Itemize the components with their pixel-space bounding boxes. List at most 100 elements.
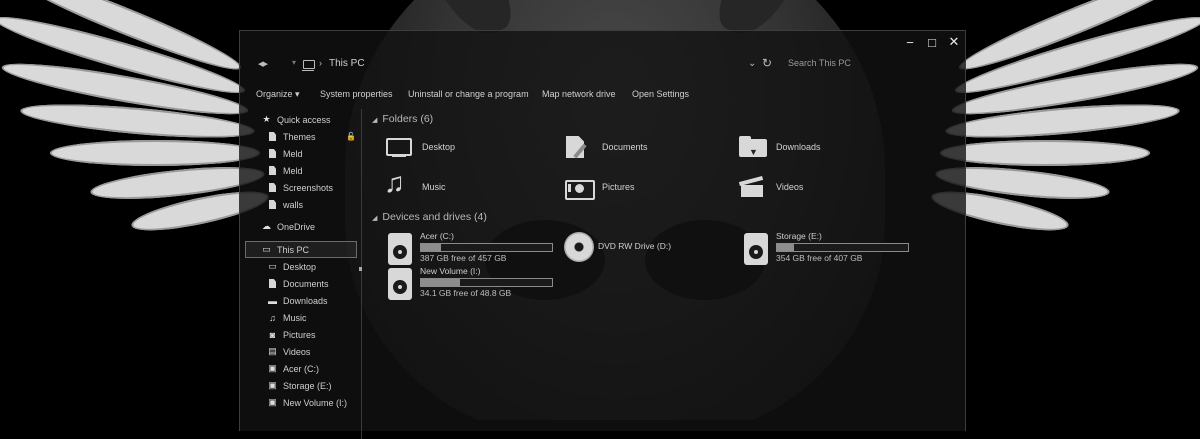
nav-label: This PC <box>277 244 310 255</box>
scrollbar-thumb[interactable] <box>359 267 362 271</box>
drive-icon: ▣ <box>268 363 277 373</box>
nav-label: Storage (E:) <box>283 380 332 391</box>
drive-dvd-d[interactable]: DVD RW Drive (D:) <box>564 231 714 271</box>
documents-icon <box>564 133 594 161</box>
folder-label: Videos <box>776 182 804 192</box>
folder-icon <box>268 200 277 210</box>
nav-item-meld-2[interactable]: Meld <box>268 163 303 178</box>
nav-label: Documents <box>283 278 329 289</box>
documents-icon <box>268 279 277 289</box>
file-explorer-window: − □ ✕ ◂▸ ▾ › This PC ⌄ ↻ Search This PC … <box>239 30 966 439</box>
drive-icon: ▣ <box>268 380 277 390</box>
nav-item-downloads[interactable]: ▬ Downloads <box>268 293 328 308</box>
recent-locations-icon[interactable]: ▾ <box>292 58 296 67</box>
nav-item-music[interactable]: ♫ Music <box>268 310 307 325</box>
nav-quick-access[interactable]: ★ Quick access <box>262 112 330 127</box>
command-bar: Organize ▾ System properties Uninstall o… <box>240 87 965 103</box>
devices-group-header[interactable]: ◢ Devices and drives (4) <box>372 211 487 223</box>
nav-item-documents[interactable]: Documents <box>268 276 329 291</box>
nav-item-new-volume-i[interactable]: ▣ New Volume (I:) <box>268 395 347 410</box>
star-icon: ★ <box>262 114 271 124</box>
folder-music[interactable]: ♫ Music <box>384 167 446 203</box>
nav-label: Meld <box>283 165 303 176</box>
clapperboard-icon <box>738 173 768 201</box>
feather <box>50 140 260 166</box>
back-forward-arrows-icon[interactable]: ◂▸ <box>258 57 268 70</box>
folder-desktop[interactable]: Desktop <box>384 131 455 163</box>
content-pane: ◢ Folders (6) Desktop Documents ▼ Downloa… <box>370 109 960 429</box>
open-settings-button[interactable]: Open Settings <box>632 89 689 99</box>
group-title: Devices and drives (4) <box>382 211 487 223</box>
caption-buttons: − □ ✕ <box>899 31 965 53</box>
nav-onedrive[interactable]: ☁ OneDrive <box>262 219 315 234</box>
this-pc-icon <box>302 60 315 71</box>
folder-label: Downloads <box>776 142 821 152</box>
computer-icon: ▭ <box>262 244 271 254</box>
drive-name: Acer (C:) <box>420 231 454 241</box>
nav-item-acer-c[interactable]: ▣ Acer (C:) <box>268 361 319 376</box>
address-bar: ◂▸ ▾ › This PC ⌄ ↻ Search This PC <box>240 53 965 79</box>
nav-label: Music <box>283 312 307 323</box>
breadcrumb[interactable]: This PC <box>329 58 365 69</box>
drive-name: DVD RW Drive (D:) <box>598 241 672 251</box>
feather <box>940 140 1150 166</box>
desktop-icon: ▭ <box>268 261 277 271</box>
drive-storage-e[interactable]: Storage (E:) 354 GB free of 407 GB <box>744 231 914 271</box>
downloads-icon: ▬ <box>268 295 277 306</box>
nav-label: Screenshots <box>283 182 334 193</box>
nav-item-walls[interactable]: walls <box>268 197 303 212</box>
maximize-button[interactable]: □ <box>921 31 943 53</box>
nav-item-desktop[interactable]: ▭ Desktop <box>268 259 316 274</box>
folder-label: Pictures <box>602 182 635 192</box>
minimize-button[interactable]: − <box>899 31 921 53</box>
folder-downloads[interactable]: ▼ Downloads <box>738 131 821 163</box>
map-network-drive-button[interactable]: Map network drive <box>542 89 616 99</box>
nav-item-themes[interactable]: Themes 🔓 <box>268 129 358 144</box>
camera-icon <box>564 173 595 201</box>
music-icon: ♫ <box>384 167 405 198</box>
collapse-icon: ◢ <box>372 117 378 124</box>
close-button[interactable]: ✕ <box>943 31 965 53</box>
folder-documents[interactable]: Documents <box>564 131 648 163</box>
nav-item-storage-e[interactable]: ▣ Storage (E:) <box>268 378 332 393</box>
folder-label: Desktop <box>422 142 456 152</box>
search-input[interactable]: Search This PC <box>788 58 851 68</box>
organize-button[interactable]: Organize ▾ <box>256 89 300 100</box>
uninstall-program-button[interactable]: Uninstall or change a program <box>408 89 529 99</box>
drive-usage-bar <box>420 278 553 287</box>
downloads-icon: ▼ <box>738 133 768 161</box>
drive-icon: ▣ <box>268 397 277 407</box>
camera-icon: ◙ <box>269 329 276 340</box>
drive-usage-bar <box>776 243 909 252</box>
group-title: Folders (6) <box>382 113 434 125</box>
nav-label: Desktop <box>283 261 317 272</box>
breadcrumb-separator-icon[interactable]: › <box>319 58 322 68</box>
drive-acer-c[interactable]: Acer (C:) 387 GB free of 457 GB <box>388 231 558 271</box>
clapperboard-icon: ▤ <box>268 346 277 356</box>
folder-label: Music <box>422 182 446 192</box>
nav-item-meld[interactable]: Meld <box>268 146 303 161</box>
nav-this-pc[interactable]: ▭ This PC <box>245 241 357 258</box>
folders-group-header[interactable]: ◢ Folders (6) <box>372 113 433 125</box>
nav-label: Downloads <box>283 295 328 306</box>
nav-label: Acer (C:) <box>283 363 319 374</box>
nav-label: Pictures <box>283 329 316 340</box>
drive-new-volume-i[interactable]: New Volume (I:) 34.1 GB free of 48.8 GB <box>388 266 558 306</box>
folder-icon <box>268 149 277 159</box>
drive-name: New Volume (I:) <box>420 266 481 276</box>
nav-item-videos[interactable]: ▤ Videos <box>268 344 310 359</box>
refresh-icon[interactable]: ↻ <box>762 56 772 70</box>
folder-pictures[interactable]: Pictures <box>564 171 635 203</box>
folder-videos[interactable]: Videos <box>738 171 803 203</box>
nav-item-pictures[interactable]: ◙ Pictures <box>268 327 316 342</box>
nav-label: Themes <box>283 131 316 142</box>
system-properties-button[interactable]: System properties <box>320 89 393 99</box>
drive-usage-bar <box>420 243 553 252</box>
nav-label: Meld <box>283 148 303 159</box>
folder-icon <box>268 132 277 142</box>
hard-drive-icon <box>388 268 412 300</box>
drive-free-space: 34.1 GB free of 48.8 GB <box>420 288 512 298</box>
address-dropdown-icon[interactable]: ⌄ <box>748 58 756 69</box>
pin-icon: 🔓 <box>346 132 356 141</box>
nav-item-screenshots[interactable]: Screenshots <box>268 180 333 195</box>
